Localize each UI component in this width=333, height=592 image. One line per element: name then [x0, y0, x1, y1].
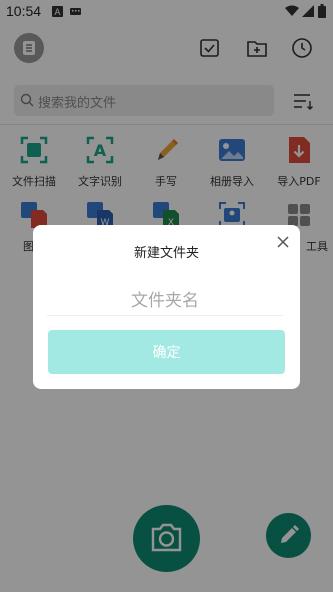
confirm-button[interactable]: 确定 — [48, 330, 285, 374]
new-folder-dialog: 新建文件夹 确定 — [33, 225, 300, 389]
dialog-title: 新建文件夹 — [133, 246, 199, 261]
folder-name-input[interactable] — [47, 287, 283, 316]
close-icon[interactable] — [275, 234, 291, 250]
